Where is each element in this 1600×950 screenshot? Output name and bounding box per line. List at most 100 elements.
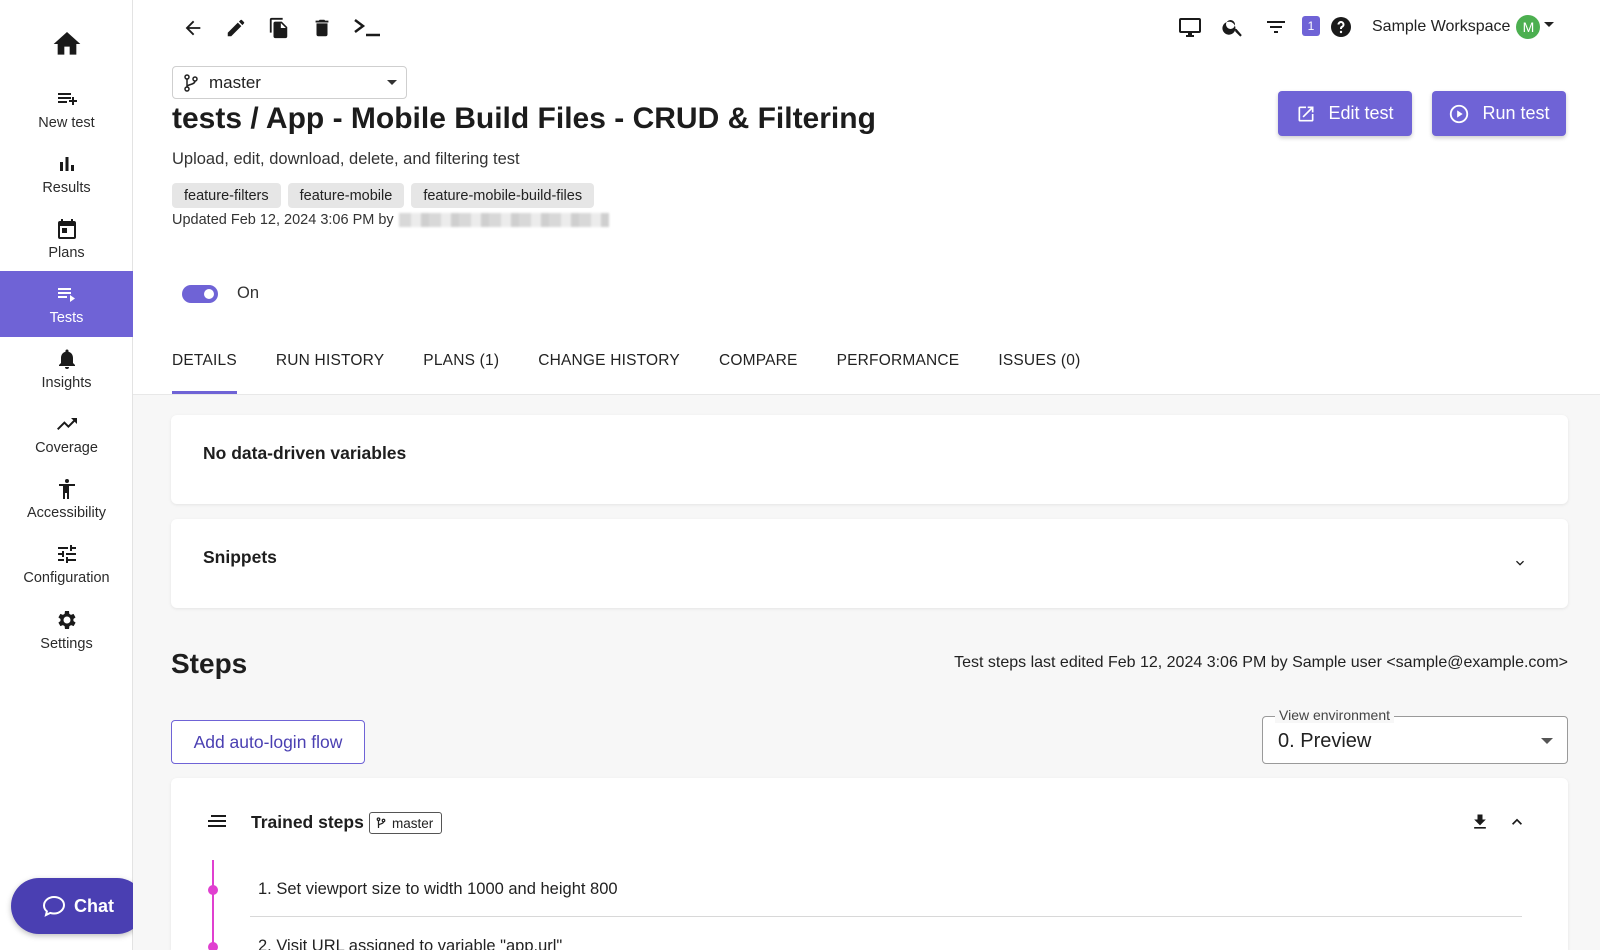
branch-value: master — [209, 72, 261, 92]
sidebar-item-label: Accessibility — [27, 505, 106, 521]
sidebar-item-label: Results — [42, 180, 91, 196]
search-icon — [1222, 20, 1242, 37]
trending-up-icon — [55, 412, 79, 436]
sidebar-item-label: Configuration — [23, 570, 110, 586]
tab-bar: DETAILS RUN HISTORY PLANS (1) CHANGE HIS… — [172, 336, 1119, 394]
trash-icon — [315, 19, 329, 37]
test-description: Upload, edit, download, delete, and filt… — [172, 150, 520, 168]
tune-icon — [55, 542, 79, 566]
tab-issues[interactable]: ISSUES (0) — [998, 336, 1080, 394]
gear-icon — [55, 608, 79, 632]
caret-down-icon — [387, 80, 397, 85]
accessibility-icon — [55, 477, 79, 501]
copy-icon — [269, 17, 288, 39]
avatar: M — [1516, 15, 1541, 39]
bar-chart-icon — [55, 152, 79, 176]
sidebar: New test Results Plans Tests Insights Co… — [0, 0, 145, 950]
list-icon — [208, 815, 226, 827]
tab-compare[interactable]: COMPARE — [719, 336, 798, 394]
run-test-label: Run test — [1482, 103, 1550, 123]
filter-icon — [1267, 21, 1285, 33]
edit-button[interactable] — [222, 14, 250, 42]
toggle-knob — [204, 289, 214, 299]
sidebar-item-results[interactable]: Results — [0, 141, 133, 207]
add-auto-login-button[interactable]: Add auto-login flow — [171, 720, 365, 764]
sidebar-item-settings[interactable]: Settings — [0, 597, 133, 663]
workspace-name: Sample Workspace — [1372, 18, 1511, 35]
help-button[interactable] — [1326, 12, 1356, 42]
chevron-up-icon[interactable] — [1507, 812, 1527, 832]
help-icon — [1331, 17, 1351, 37]
chat-button[interactable]: Chat — [11, 878, 145, 934]
snippets-title: Snippets — [203, 547, 277, 567]
test-enabled-toggle[interactable] — [182, 285, 218, 303]
terminal-icon — [354, 19, 380, 37]
download-icon[interactable] — [1470, 812, 1490, 832]
home-icon — [53, 32, 80, 55]
delete-button[interactable] — [308, 14, 336, 42]
workspace-menu[interactable]: Sample Workspace M — [1372, 14, 1555, 40]
variables-title: No data-driven variables — [203, 443, 407, 463]
steps-heading: Steps — [171, 648, 248, 679]
sidebar-item-accessibility[interactable]: Accessibility — [0, 466, 133, 532]
edit-test-label: Edit test — [1328, 103, 1394, 123]
sidebar-item-coverage[interactable]: Coverage — [0, 401, 133, 467]
tab-change-history[interactable]: CHANGE HISTORY — [538, 336, 680, 394]
arrow-back-icon — [185, 20, 201, 36]
snippets-card[interactable]: Snippets — [171, 519, 1568, 608]
run-test-button[interactable]: Run test — [1432, 91, 1566, 136]
playlist-add-icon — [55, 87, 79, 111]
trained-steps-card — [171, 778, 1568, 950]
search-button[interactable] — [1218, 12, 1248, 42]
terminal-button[interactable] — [351, 14, 385, 42]
pencil-icon — [227, 19, 245, 37]
bell-icon — [55, 347, 79, 371]
monitor-icon — [1179, 18, 1201, 37]
toggle-label: On — [237, 284, 260, 302]
step-item[interactable]: 1. Set viewport size to width 1000 and h… — [258, 880, 618, 899]
branch-chip: master — [369, 812, 443, 834]
branch-select[interactable]: master — [172, 66, 407, 99]
variables-card: No data-driven variables — [171, 415, 1568, 504]
sidebar-item-new-test[interactable]: New test — [0, 76, 133, 142]
step-item[interactable]: 2. Visit URL assigned to variable "app.u… — [258, 937, 562, 950]
timeline-dot — [208, 942, 218, 950]
tag[interactable]: feature-filters — [172, 183, 281, 208]
chevron-down-icon[interactable] — [1512, 555, 1528, 571]
steps-last-edited: Test steps last edited Feb 12, 2024 3:06… — [954, 654, 1568, 671]
chat-label: Chat — [74, 895, 114, 916]
page-title: tests / App - Mobile Build Files - CRUD … — [172, 102, 876, 135]
filter-button[interactable] — [1261, 12, 1291, 42]
duplicate-button[interactable] — [265, 14, 293, 42]
sidebar-item-label: Settings — [40, 636, 93, 652]
device-button[interactable] — [1175, 12, 1205, 42]
tab-plans[interactable]: PLANS (1) — [423, 336, 499, 394]
branch-icon — [376, 817, 386, 828]
sidebar-item-plans[interactable]: Plans — [0, 206, 133, 272]
sidebar-item-label: Plans — [48, 245, 85, 261]
trained-steps-title: Trained steps — [251, 812, 364, 832]
steps-timeline — [212, 860, 214, 950]
environment-value: 0. Preview — [1278, 730, 1372, 752]
environment-select[interactable]: View environment 0. Preview — [1262, 707, 1568, 764]
sidebar-item-label: Tests — [49, 310, 84, 326]
tab-run-history[interactable]: RUN HISTORY — [276, 336, 384, 394]
back-button[interactable] — [179, 14, 207, 42]
tag[interactable]: feature-mobile-build-files — [411, 183, 595, 208]
home-link[interactable] — [0, 22, 133, 66]
tab-details[interactable]: DETAILS — [172, 336, 237, 394]
notification-badge[interactable]: 1 — [1302, 16, 1320, 36]
sidebar-item-label: Coverage — [35, 440, 98, 456]
environment-label: View environment — [1275, 707, 1395, 723]
timeline-dot — [208, 885, 218, 895]
sidebar-item-label: New test — [38, 115, 95, 131]
sidebar-item-insights[interactable]: Insights — [0, 336, 133, 402]
redacted-user — [398, 213, 609, 227]
play-circle-icon — [1450, 104, 1469, 123]
edit-test-button[interactable]: Edit test — [1278, 91, 1412, 136]
sidebar-item-configuration[interactable]: Configuration — [0, 531, 133, 597]
tab-performance[interactable]: PERFORMANCE — [837, 336, 960, 394]
sidebar-item-tests[interactable]: Tests — [0, 271, 133, 337]
tag[interactable]: feature-mobile — [287, 183, 405, 208]
calendar-icon — [55, 217, 79, 241]
